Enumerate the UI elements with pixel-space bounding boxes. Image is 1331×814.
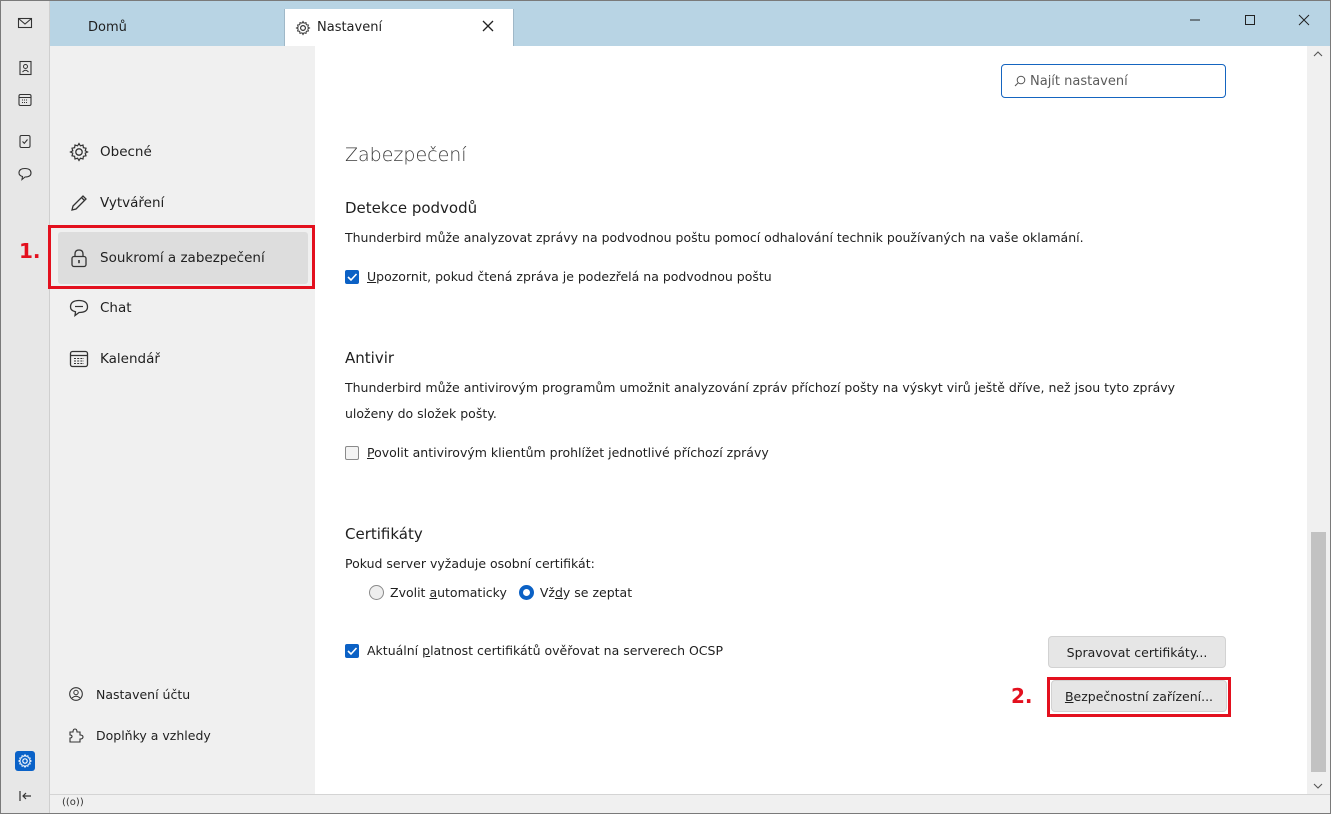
puzzle-icon <box>69 728 84 743</box>
spaces-toolbar <box>1 1 50 813</box>
accesskey-letter: a <box>429 585 438 600</box>
page-title: Zabezpečení <box>345 144 467 166</box>
checkbox-checked[interactable] <box>345 269 359 284</box>
annotation-box-step2 <box>1047 677 1231 717</box>
settings-button[interactable] <box>15 751 35 771</box>
antivirus-heading: Antivir <box>345 349 395 367</box>
gear-icon <box>17 753 33 769</box>
vertical-scrollbar[interactable] <box>1307 46 1330 794</box>
account-settings-link[interactable]: Nastavení účtu <box>68 686 190 702</box>
close-icon <box>1298 14 1310 26</box>
antivirus-checkbox-label: Povolit antivirovým klientům prohlížet j… <box>367 445 769 460</box>
tasks-button[interactable] <box>15 131 35 151</box>
radio-label: Zvolit automaticky <box>390 585 507 600</box>
ocsp-checkbox-label: Aktuální platnost certifikátů ověřovat n… <box>367 643 723 658</box>
fraud-checkbox-label: Upozornit, pokud čtená zpráva je podezře… <box>367 269 772 284</box>
account-settings-label: Nastavení účtu <box>96 686 191 702</box>
annotation-label-step2: 2. <box>1011 684 1033 708</box>
minimize-button[interactable] <box>1184 11 1206 29</box>
gear-icon <box>295 20 311 35</box>
account-icon <box>69 687 83 701</box>
scroll-up-icon[interactable] <box>1313 50 1323 58</box>
nav-item-composition[interactable]: Vytváření <box>50 177 315 229</box>
antivirus-description: Thunderbird může antivirovým programům u… <box>345 380 1176 421</box>
radio-unselected[interactable] <box>369 585 384 600</box>
chat-icon <box>18 167 32 181</box>
minimize-icon <box>1190 19 1200 21</box>
label-text: utomaticky <box>437 585 507 600</box>
calendar-icon <box>69 350 89 368</box>
collapse-left-icon <box>19 791 31 801</box>
label-text: Zvolit <box>390 585 430 600</box>
nav-item-label: Obecné <box>100 144 152 160</box>
gear-icon <box>69 142 89 162</box>
certificates-description: Pokud server vyžaduje osobní certifikát: <box>345 556 595 571</box>
radio-waves-icon[interactable]: ((o)) <box>62 797 84 808</box>
collapse-toolbar-button[interactable] <box>15 786 35 806</box>
window-close-button[interactable] <box>1293 11 1315 29</box>
certificates-heading: Certifikáty <box>345 525 423 543</box>
scrollbar-thumb[interactable] <box>1311 532 1326 772</box>
antivirus-checkbox[interactable]: Povolit antivirovým klientům prohlížet j… <box>345 445 769 460</box>
tab-settings-label: Nastavení <box>317 20 383 35</box>
tab-settings[interactable]: Nastavení <box>284 9 514 46</box>
radio-select-automatically[interactable]: Zvolit automaticky <box>369 585 507 600</box>
accesskey-letter: U <box>367 269 377 284</box>
nav-item-chat[interactable]: Chat <box>50 282 315 334</box>
accesskey-letter: p <box>422 643 431 658</box>
title-bar: Domů Nastavení <box>1 1 1330 46</box>
tab-home-label: Domů <box>88 20 127 35</box>
radio-selected[interactable] <box>518 585 534 600</box>
search-input[interactable]: Najít nastavení <box>1001 64 1226 98</box>
annotation-box-step1 <box>48 225 315 289</box>
fraud-heading: Detekce podvodů <box>345 199 478 217</box>
maximize-button[interactable] <box>1239 11 1261 29</box>
calendar-button[interactable] <box>15 90 35 110</box>
checkbox-unchecked[interactable] <box>345 445 359 460</box>
chat-icon <box>69 299 89 317</box>
tab-home[interactable]: Domů <box>49 9 283 46</box>
fraud-warning-checkbox[interactable]: Upozornit, pokud čtená zpráva je podezře… <box>345 269 772 284</box>
scroll-down-icon[interactable] <box>1313 782 1323 790</box>
pencil-icon <box>71 195 87 211</box>
label-text: y se zeptat <box>562 585 633 600</box>
nav-item-label: Vytváření <box>100 195 165 211</box>
ocsp-checkbox[interactable]: Aktuální platnost certifikátů ověřovat n… <box>345 643 723 658</box>
nav-item-calendar[interactable]: Kalendář <box>50 333 315 385</box>
label-text: latnost certifikátů ověřovat na serverec… <box>430 643 724 658</box>
addons-themes-label: Doplňky a vzhledy <box>96 727 211 743</box>
chat-button[interactable] <box>15 164 35 184</box>
mail-button[interactable] <box>15 13 35 33</box>
label-text: ovolit antivirovým klientům prohlížet je… <box>374 445 769 460</box>
close-icon[interactable] <box>481 19 495 33</box>
address-book-icon <box>19 60 32 76</box>
radio-label: Vždy se zeptat <box>540 585 632 600</box>
radio-ask-every-time[interactable]: Vždy se zeptat <box>518 585 632 600</box>
settings-sidebar: Obecné Vytváření Soukromí a zabezpečení … <box>50 46 315 794</box>
nav-item-label: Chat <box>100 300 132 316</box>
checkmark-icon <box>347 272 358 281</box>
address-book-button[interactable] <box>15 58 35 78</box>
calendar-icon <box>18 93 32 107</box>
tasks-icon <box>19 134 31 149</box>
checkmark-icon <box>347 646 358 655</box>
nav-item-general[interactable]: Obecné <box>50 126 315 178</box>
app-window: Domů Nastavení Obecné Vytváření Soukromí… <box>0 0 1331 814</box>
accesskey-letter: d <box>554 585 563 600</box>
label-text: Vž <box>539 585 555 600</box>
annotation-label-step1: 1. <box>19 239 41 263</box>
addons-themes-link[interactable]: Doplňky a vzhledy <box>68 727 211 743</box>
nav-item-label: Kalendář <box>100 351 160 367</box>
certificate-radio-group: Zvolit automaticky Vždy se zeptat <box>369 585 644 600</box>
manage-certificates-button[interactable]: Spravovat certifikáty... <box>1048 636 1226 668</box>
label-text: pozornit, pokud čtená zpráva je podezřel… <box>376 269 772 284</box>
status-bar: ((o)) <box>50 794 1330 813</box>
checkbox-checked[interactable] <box>345 643 359 658</box>
mail-icon <box>17 17 33 29</box>
label-text: Aktuální <box>367 643 423 658</box>
maximize-icon <box>1245 15 1255 25</box>
search-placeholder: Najít nastavení <box>1030 73 1128 89</box>
search-icon <box>1014 75 1026 87</box>
fraud-description: Thunderbird může analyzovat zprávy na po… <box>345 230 1084 245</box>
